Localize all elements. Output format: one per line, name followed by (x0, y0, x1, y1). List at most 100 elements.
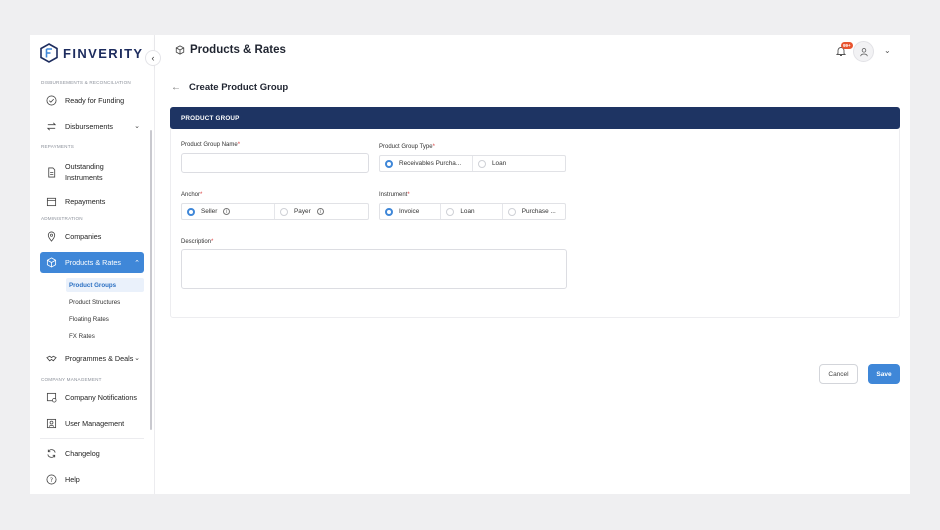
back-arrow-icon[interactable]: ← (171, 82, 181, 93)
sidebar-item-user-management[interactable]: User Management (40, 415, 144, 431)
instrument-radio-group: Invoice Loan Purchase ... (379, 203, 566, 220)
sidebar-item-repayments[interactable]: Repayments (40, 193, 144, 209)
sidebar-item-label: Repayments (65, 196, 106, 206)
save-button[interactable]: Save (868, 364, 900, 384)
sidebar-subitem-product-structures[interactable]: Product Structures (66, 295, 144, 309)
required-mark: * (211, 239, 214, 245)
radio-selected-indicator (187, 207, 195, 216)
sidebar-item-label: Programmes & Deals (65, 353, 134, 363)
sidebar-item-help[interactable]: ? Help (40, 471, 144, 487)
app-window: FINVERITY DISBURSEMENTS & RECONCILIATION… (30, 35, 910, 494)
box-icon (46, 257, 57, 268)
sidebar-item-companies[interactable]: Companies (40, 228, 144, 244)
radio-indicator (507, 207, 516, 216)
product-group-type-radio-group: Receivables Purcha... Loan (379, 155, 566, 172)
radio-payer[interactable]: Payer i (275, 204, 368, 219)
sidebar-item-outstanding-instruments[interactable]: Outstanding Instruments (40, 159, 144, 185)
instrument-label: Instrument* (379, 192, 410, 198)
product-group-type-label: Product Group Type* (379, 144, 435, 150)
radio-selected-indicator (385, 159, 393, 168)
brand-logo[interactable]: FINVERITY (40, 43, 144, 63)
radio-label: Payer (294, 208, 311, 215)
top-header: Products & Rates 99+ ⌄ (155, 35, 910, 68)
required-mark: * (432, 144, 435, 150)
user-icon (859, 47, 868, 56)
description-textarea[interactable] (181, 249, 567, 289)
info-icon[interactable]: i (316, 208, 324, 215)
check-circle-icon (46, 95, 57, 106)
section-label-disbursements: DISBURSEMENTS & RECONCILIATION (41, 80, 131, 85)
required-mark: * (237, 142, 241, 148)
chevron-up-icon: ⌃ (134, 259, 140, 267)
radio-label: Invoice (399, 208, 420, 215)
sidebar-item-label: Ready for Funding (65, 95, 125, 105)
header-title: Products & Rates (190, 44, 286, 56)
sidebar-item-programmes-deals[interactable]: Programmes & Deals ⌄ (40, 350, 144, 366)
label-text: Product Group Type (379, 144, 433, 150)
sidebar-item-products-rates[interactable]: Products & Rates ⌃ (40, 252, 144, 273)
anchor-label: Anchor* (181, 192, 202, 198)
product-group-name-label: Product Group Name* (181, 142, 240, 148)
section-label-administration: ADMINISTRATION (41, 216, 83, 221)
sidebar: FINVERITY DISBURSEMENTS & RECONCILIATION… (30, 35, 155, 494)
radio-indicator (446, 207, 455, 216)
sidebar-subitem-product-groups[interactable]: Product Groups (66, 278, 144, 292)
label-text: Instrument (379, 192, 408, 198)
info-icon[interactable]: i (223, 208, 231, 215)
sidebar-subitem-fx-rates[interactable]: FX Rates (66, 329, 144, 343)
sidebar-item-label: Companies (65, 231, 102, 241)
sidebar-item-company-notifications[interactable]: Company Notifications (40, 389, 144, 405)
radio-indicator (478, 159, 486, 168)
description-label: Description* (181, 239, 213, 245)
svg-text:?: ? (50, 475, 53, 483)
product-group-name-input[interactable] (181, 153, 369, 173)
cancel-button[interactable]: Cancel (819, 364, 858, 384)
section-header: PRODUCT GROUP (170, 107, 900, 129)
chevron-down-icon: ⌄ (134, 355, 140, 362)
chevron-down-icon: ⌄ (134, 123, 140, 130)
transfer-icon (46, 121, 57, 132)
calendar-icon (46, 196, 57, 207)
radio-label: Purchase ... (521, 208, 556, 215)
label-text: Description (181, 239, 212, 245)
finverity-logo-icon (40, 43, 58, 63)
radio-loan[interactable]: Loan (473, 156, 565, 171)
location-pin-icon (46, 231, 57, 242)
radio-purchase[interactable]: Purchase ... (503, 204, 565, 219)
handshake-icon (46, 353, 57, 364)
radio-selected-indicator (385, 207, 393, 216)
radio-invoice[interactable]: Invoice (380, 204, 442, 219)
sidebar-collapse-button[interactable]: ‹ (145, 50, 161, 66)
radio-label: Seller (201, 208, 218, 215)
radio-label: Loan (492, 160, 507, 167)
radio-seller[interactable]: Seller i (182, 204, 275, 219)
radio-label: Receivables Purcha... (399, 160, 462, 167)
radio-label: Loan (460, 208, 475, 215)
sidebar-item-label: Products & Rates (65, 258, 121, 267)
user-avatar[interactable] (853, 41, 874, 62)
anchor-radio-group: Seller i Payer i (181, 203, 369, 220)
notification-badge: 99+ (841, 42, 853, 49)
refresh-icon (46, 448, 57, 459)
label-text: Product Group Name (181, 142, 238, 148)
sidebar-item-ready-for-funding[interactable]: Ready for Funding (40, 92, 144, 108)
sidebar-item-label: User Management (65, 418, 125, 428)
section-label-repayments: REPAYMENTS (41, 144, 74, 149)
help-circle-icon: ? (46, 474, 57, 485)
radio-receivables-purchase[interactable]: Receivables Purcha... (380, 156, 473, 171)
label-text: Anchor (181, 192, 201, 198)
sidebar-divider (40, 438, 144, 439)
user-menu-chevron-icon[interactable]: ⌄ (884, 46, 891, 55)
sidebar-subitem-floating-rates[interactable]: Floating Rates (66, 312, 144, 326)
sidebar-item-disbursements[interactable]: Disbursements ⌄ (40, 118, 144, 134)
sidebar-item-label: Changelog (65, 448, 100, 458)
required-mark: * (407, 192, 410, 198)
page-header: Products & Rates (175, 44, 286, 56)
section-label-company-management: COMPANY MANAGEMENT (41, 377, 102, 382)
chevron-left-icon: ‹ (151, 53, 155, 63)
sidebar-item-label: Help (65, 474, 80, 484)
sidebar-item-label: Disbursements (65, 121, 113, 131)
sidebar-item-changelog[interactable]: Changelog (40, 445, 144, 461)
sidebar-scrollbar[interactable] (150, 130, 152, 430)
radio-loan[interactable]: Loan (441, 204, 503, 219)
